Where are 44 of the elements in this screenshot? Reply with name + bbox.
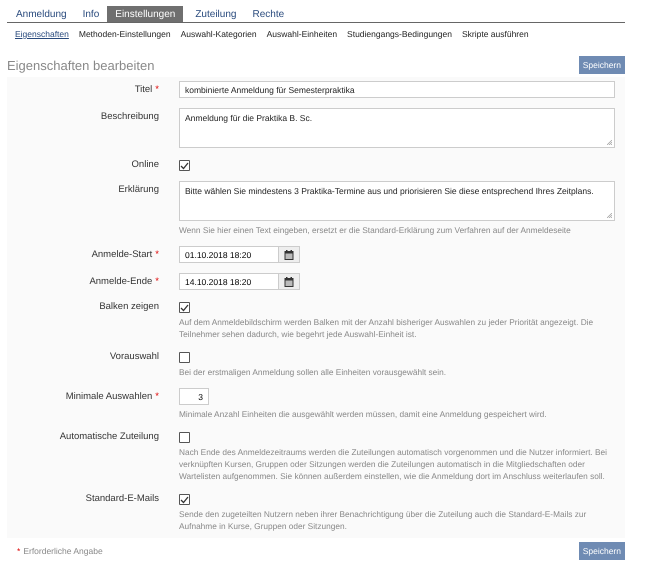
page-heading: Eigenschaften bearbeiten (7, 58, 154, 72)
tab[interactable]: Info (74, 6, 108, 22)
title-field[interactable]: kombinierte Anmeldung für Semesterpraktika (179, 81, 615, 98)
field-label: Vorauswahl (108, 350, 159, 364)
checkbox[interactable] (179, 494, 190, 505)
subnav-link[interactable]: Skripte ausführen (462, 29, 529, 39)
text-area[interactable]: Anmeldung für die Praktika B. Sc. (179, 108, 615, 148)
text-area[interactable]: Bitte wählen Sie mindestens 3 Praktika-Termine aus und priorisieren Sie diese entsprechend Ihres Zeitplans. (179, 181, 615, 221)
subnav-link[interactable]: Eigenschaften (15, 29, 69, 39)
checkbox[interactable] (179, 302, 190, 313)
field-label: Online (130, 158, 159, 171)
field-label: Erklärung (117, 183, 159, 197)
field-hint: Sende den zugeteilten Nutzern neben ihrer Benachrichtigung über die Zuteilung auch die Standard-E-Mails zur Aufnahme in Kurse, Gruppen oder Sitzungen. (179, 508, 588, 532)
subnav-link[interactable]: Auswahl-Kategorien (180, 29, 257, 39)
subnav-link[interactable]: Methoden-Einstellungen (78, 29, 171, 39)
resize-grip-icon[interactable] (607, 213, 612, 218)
number-field[interactable]: 3 (179, 388, 209, 405)
field-hint: Nach Ende des Anmeldezeitraums werden die Zuteilungen automatisch vorgenommen und die Nutzer informiert. Bei verknüpften Kursen, Gruppen oder Sitzungen werden die Zuteilungen automatisch in die Mitgliedschaften oder Wartelisten aufgenommen. Sie können außerdem einstellen, wie die Anmeldung dort im Anschluss weiterlaufen soll. (179, 446, 608, 482)
checkbox[interactable] (179, 432, 190, 443)
field-label: Balken zeigen (98, 300, 159, 314)
check-icon (180, 162, 189, 170)
resize-grip-icon[interactable] (607, 140, 612, 145)
field-label: Titel * (134, 83, 159, 97)
field-label: Standard-E-Mails (84, 492, 159, 506)
field-label: Anmelde-Ende * (88, 275, 159, 289)
field-label: Anmelde-Start * (90, 248, 159, 262)
tab[interactable]: Rechte (244, 6, 292, 22)
required-note: * Erforderliche Angabe (17, 546, 103, 556)
field-hint: Bei der erstmaligen Anmeldung sollen alle Einheiten vorausgewählt sein. (179, 366, 448, 378)
check-icon (180, 496, 189, 504)
subnav-link[interactable]: Auswahl-Einheiten (266, 29, 338, 39)
checkbox[interactable] (179, 160, 190, 171)
checkbox[interactable] (179, 352, 190, 363)
field-hint: Auf dem Anmeldebildschirm werden Balken mit der Anzahl bisheriger Auswahlen zu jeder Priorität angezeigt. Die Teilnehmer sehen dadurch, wie begehrt jede Auswahl-Einheit ist. (179, 316, 594, 340)
field-label: Beschreibung (100, 110, 159, 124)
tab[interactable]: Zuteilung (187, 6, 244, 22)
check-icon (180, 304, 189, 312)
tab[interactable]: Einstellungen (107, 6, 184, 22)
tab[interactable]: Anmeldung (8, 6, 75, 22)
subnav-link[interactable]: Studiengangs-Bedingungen (347, 29, 452, 39)
field-hint: Wenn Sie hier einen Text eingeben, ersetzt er die Standard-Erklärung zum Verfahren auf der Anmeldeseite (179, 224, 572, 236)
field-label: Minimale Auswahlen * (64, 390, 159, 404)
field-hint: Minimale Anzahl Einheiten die ausgewählt werden müssen, damit eine Anmeldung gespeichert wird. (179, 408, 548, 420)
field-label: Automatische Zuteilung (58, 430, 159, 444)
